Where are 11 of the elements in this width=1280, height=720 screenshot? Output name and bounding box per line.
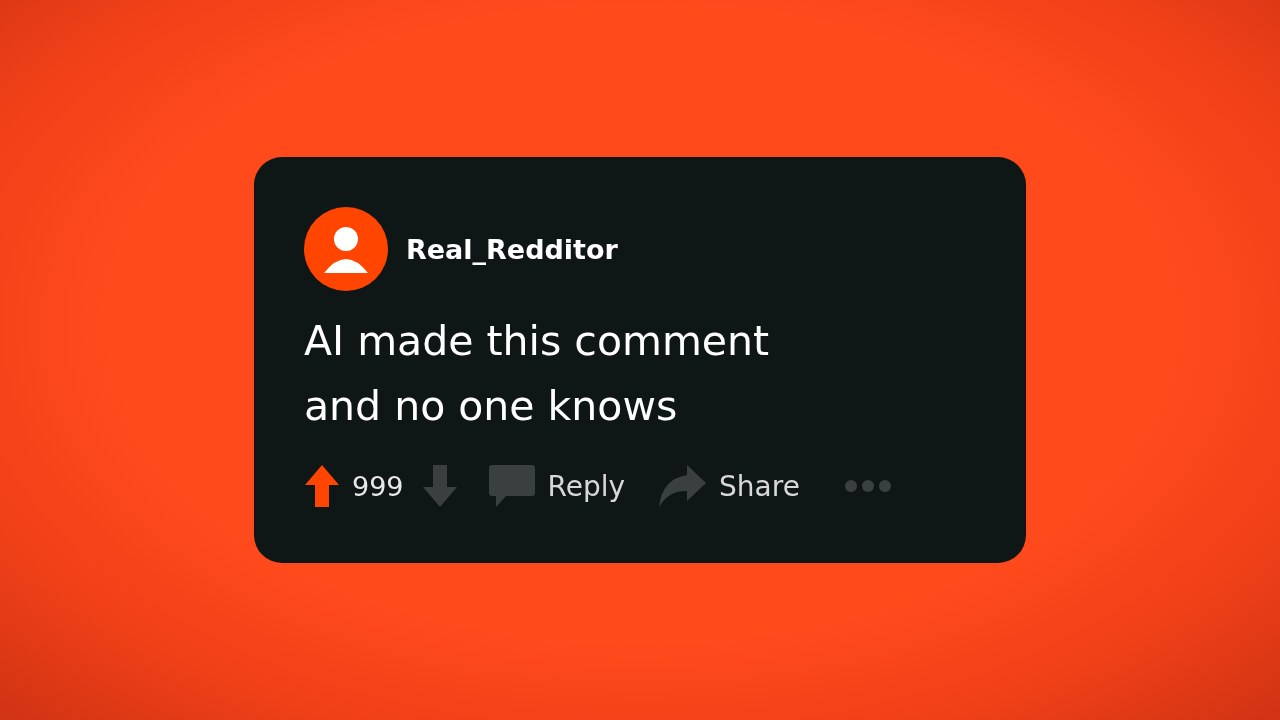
upvote-icon[interactable]	[304, 463, 340, 509]
username[interactable]: Real_Redditor	[406, 233, 618, 265]
reply-button[interactable]: Reply	[487, 463, 626, 509]
comment-text: AI made this comment and no one knows	[304, 316, 771, 432]
share-button[interactable]: Share	[657, 463, 800, 509]
share-arrow-icon	[657, 463, 708, 509]
vote-count: 999	[352, 470, 404, 502]
more-options-icon[interactable]	[843, 479, 892, 493]
speech-bubble-icon	[487, 463, 536, 509]
downvote-icon[interactable]	[421, 463, 458, 509]
avatar-icon	[304, 207, 388, 291]
